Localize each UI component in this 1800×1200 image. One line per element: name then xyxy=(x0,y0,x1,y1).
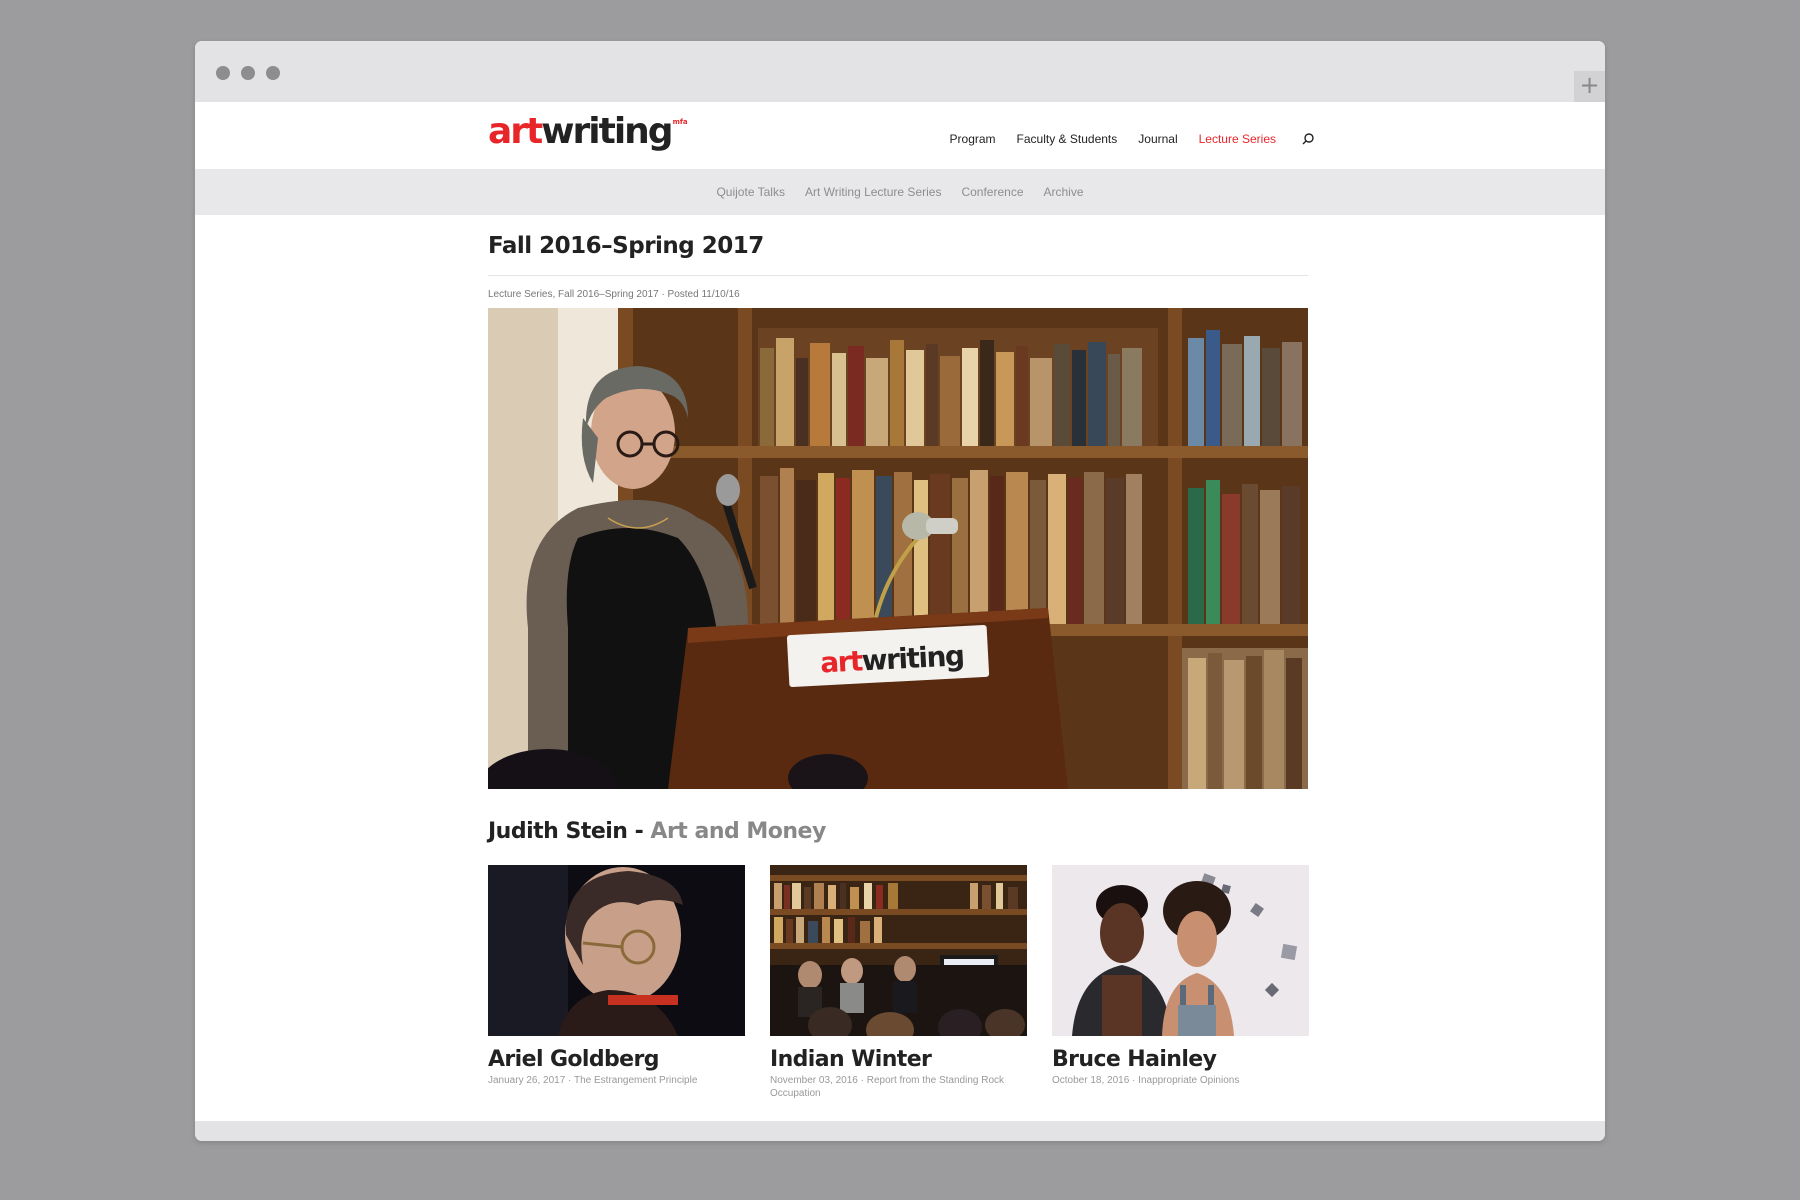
card-title[interactable]: Bruce Hainley xyxy=(1052,1046,1309,1074)
hero-image[interactable]: artwriting xyxy=(488,308,1308,789)
lecture-card-ariel-goldberg[interactable]: Ariel Goldberg January 26, 2017 · The Es… xyxy=(488,865,745,1100)
sub-nav: Quijote Talks Art Writing Lecture Series… xyxy=(195,169,1605,215)
window-bottom-bar xyxy=(195,1121,1605,1141)
card-thumbnail[interactable] xyxy=(770,865,1027,1036)
subnav-item-quijote-talks[interactable]: Quijote Talks xyxy=(716,185,784,199)
lecture-card-indian-winter[interactable]: Indian Winter November 03, 2016 · Report… xyxy=(770,865,1027,1100)
subnav-item-art-writing-lecture-series[interactable]: Art Writing Lecture Series xyxy=(805,185,942,199)
card-title[interactable]: Ariel Goldberg xyxy=(488,1046,745,1074)
title-divider xyxy=(488,275,1308,276)
minimize-window-button[interactable] xyxy=(241,66,255,80)
card-meta: October 18, 2016 · Inappropriate Opinion… xyxy=(1052,1075,1240,1086)
card-meta: January 26, 2017 · The Estrangement Prin… xyxy=(488,1075,698,1086)
main-nav: Program Faculty & Students Journal Lectu… xyxy=(950,132,1315,146)
podium-logo-art: art xyxy=(819,644,863,679)
nav-item-journal[interactable]: Journal xyxy=(1138,132,1177,146)
feature-title[interactable]: Judith Stein - Art and Money xyxy=(488,817,1308,847)
card-thumbnail[interactable] xyxy=(1052,865,1309,1036)
close-window-button[interactable] xyxy=(216,66,230,80)
logo-art-text: art xyxy=(488,111,543,152)
maximize-window-button[interactable] xyxy=(266,66,280,80)
site-header: artwritingmfa Program Faculty & Students… xyxy=(195,102,1605,169)
main-content: Fall 2016–Spring 2017 Lecture Series, Fa… xyxy=(488,231,1309,1100)
subnav-item-conference[interactable]: Conference xyxy=(961,185,1023,199)
search-icon[interactable] xyxy=(1301,132,1315,146)
feature-separator: - xyxy=(627,819,651,844)
card-thumbnail[interactable] xyxy=(488,865,745,1036)
feature-speaker: Judith Stein xyxy=(488,819,628,844)
browser-titlebar: + xyxy=(195,41,1605,102)
post-meta: Lecture Series, Fall 2016–Spring 2017 · … xyxy=(488,289,740,300)
logo-tag-text: mfa xyxy=(672,118,688,126)
nav-item-faculty-students[interactable]: Faculty & Students xyxy=(1017,132,1118,146)
feature-topic: Art and Money xyxy=(650,819,826,844)
nav-item-program[interactable]: Program xyxy=(950,132,996,146)
subnav-item-archive[interactable]: Archive xyxy=(1044,185,1084,199)
nav-item-lecture-series[interactable]: Lecture Series xyxy=(1199,132,1276,146)
logo-writing-text: writing xyxy=(541,111,673,152)
browser-window: + artwritingmfa Program Faculty & Studen… xyxy=(195,41,1605,1141)
new-tab-button[interactable]: + xyxy=(1574,71,1605,102)
card-meta: November 03, 2016 · Report from the Stan… xyxy=(770,1075,1005,1099)
podium-logo-writing: writing xyxy=(861,639,964,677)
card-title[interactable]: Indian Winter xyxy=(770,1046,1027,1074)
lecture-cards: Ariel Goldberg January 26, 2017 · The Es… xyxy=(488,865,1309,1100)
site-logo[interactable]: artwritingmfa xyxy=(488,111,688,152)
page-title: Fall 2016–Spring 2017 xyxy=(488,233,764,259)
lecture-card-bruce-hainley[interactable]: Bruce Hainley October 18, 2016 · Inappro… xyxy=(1052,865,1309,1100)
